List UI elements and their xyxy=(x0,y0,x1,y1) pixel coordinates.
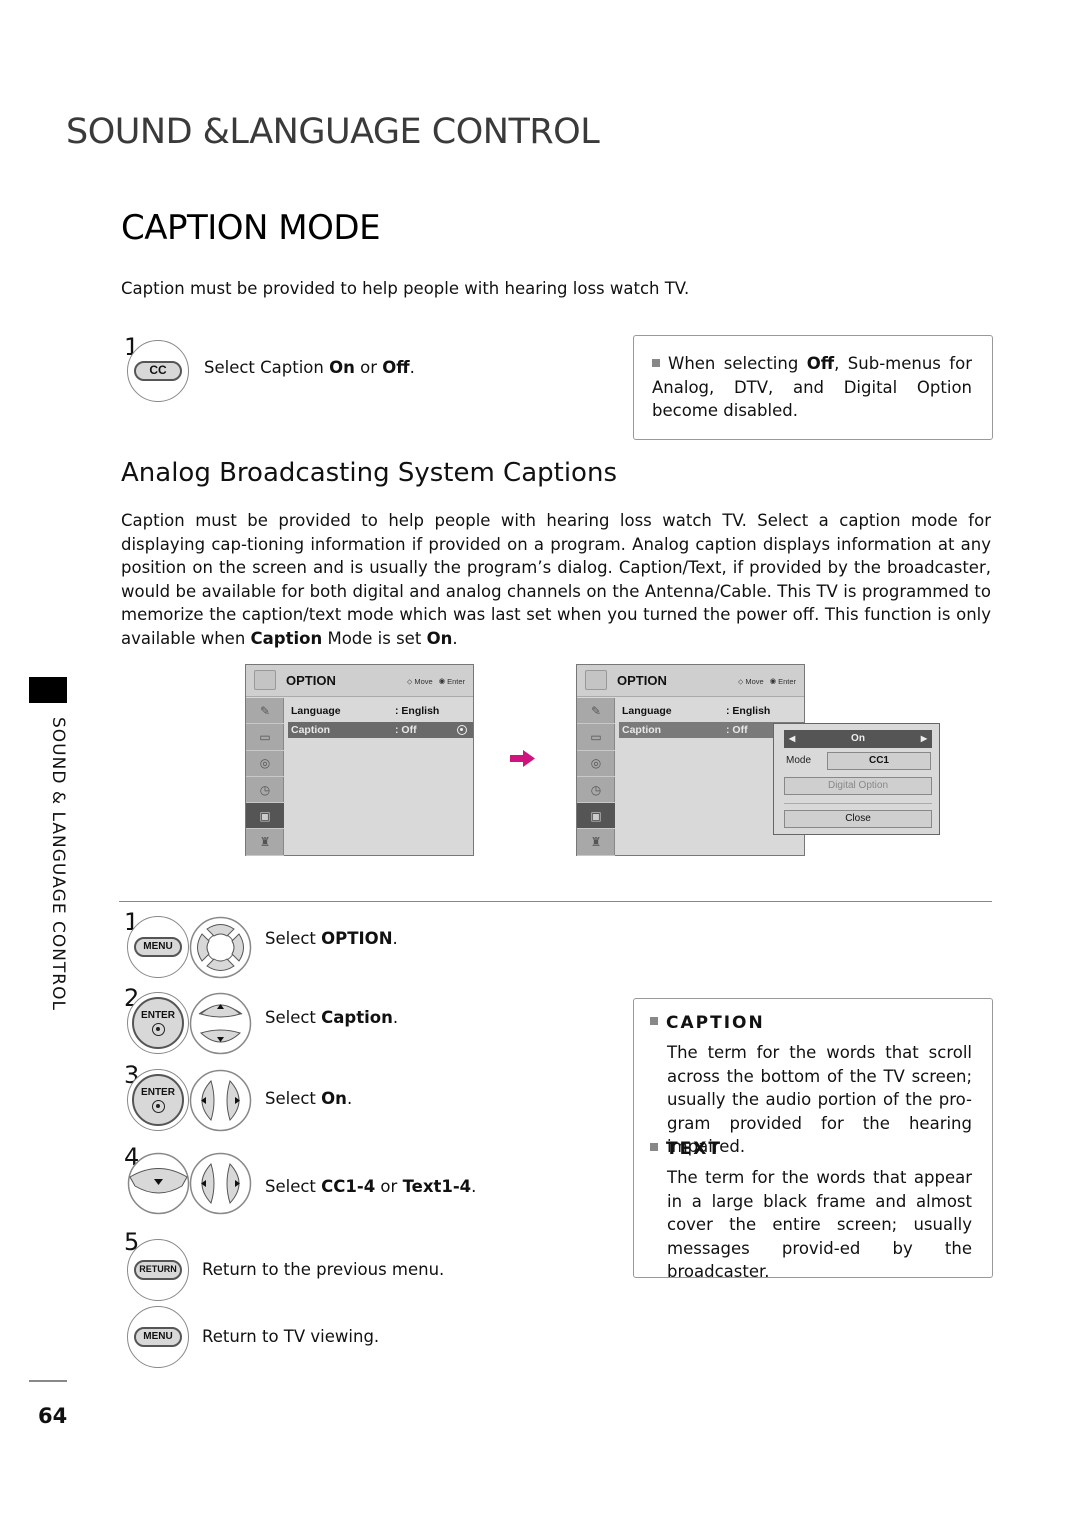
section-title: SOUND &LANGUAGE CONTROL xyxy=(66,112,600,152)
tv-menu-row-caption[interactable]: Caption: Off xyxy=(288,722,473,738)
bullet-icon xyxy=(652,358,660,367)
step-menu-text: Return to TV viewing. xyxy=(202,1327,380,1346)
caption-state-selector[interactable]: ◀ On ▶ xyxy=(784,730,932,748)
left-right-keys-icon xyxy=(189,1152,252,1215)
lock-icon[interactable]: ♜ xyxy=(577,829,615,856)
tv-menu-hint: ⬦ Move ◉ Enter xyxy=(738,677,796,686)
tv-menu-sidebar: ✎ ▭ ◎ ◷ ▣ ♜ xyxy=(577,698,615,856)
menu-button-graphic: MENU xyxy=(127,916,189,978)
arrow-right-icon[interactable]: ▶ xyxy=(921,730,927,748)
audio-icon[interactable]: ◎ xyxy=(577,751,615,777)
step-4-text: Select CC1-4 or Text1-4. xyxy=(265,1177,477,1196)
side-section-label: SOUND & LANGUAGE CONTROL xyxy=(48,717,68,1011)
navigation-pad-icon xyxy=(189,916,252,979)
audio-icon[interactable]: ◎ xyxy=(246,751,284,777)
tv-menu-after: OPTION ⬦ Move ◉ Enter ✎ ▭ ◎ ◷ ▣ ♜ Langua… xyxy=(576,664,805,856)
cc-button-graphic: CC xyxy=(127,340,189,402)
down-key-icon xyxy=(127,1152,190,1215)
time-icon[interactable]: ◷ xyxy=(246,777,284,804)
page-title: CAPTION MODE xyxy=(121,208,381,248)
enter-icon: ◉ xyxy=(438,677,448,686)
analog-heading: Analog Broadcasting System Captions xyxy=(121,458,617,488)
menu-button-icon: MENU xyxy=(134,937,182,957)
setup-icon[interactable]: ✎ xyxy=(246,698,284,725)
enter-icon: ◉ xyxy=(769,677,779,686)
tv-menu-header: OPTION ⬦ Move ◉ Enter xyxy=(246,665,473,697)
up-down-keys-icon xyxy=(189,992,252,1055)
mode-selector[interactable]: CC1 xyxy=(827,752,931,770)
page-number-rule xyxy=(29,1380,67,1382)
digital-option-button[interactable]: Digital Option xyxy=(784,777,932,795)
enter-radio-icon xyxy=(457,725,467,735)
step-1-text: Select OPTION. xyxy=(265,929,398,948)
glossary-term-text: TEXT xyxy=(650,1139,722,1159)
arrow-right-icon xyxy=(510,750,535,767)
section-divider xyxy=(119,901,992,902)
tv-menu-title: OPTION xyxy=(286,673,336,688)
option-icon xyxy=(585,670,607,690)
menu-button-icon: MENU xyxy=(134,1327,182,1347)
left-right-keys-icon xyxy=(189,1069,252,1132)
option-menu-icon[interactable]: ▣ xyxy=(246,803,284,830)
enter-button-graphic: ENTER xyxy=(127,992,189,1054)
glossary-term-caption: CAPTION xyxy=(650,1013,765,1033)
tv-menu-before: OPTION ⬦ Move ◉ Enter ✎ ▭ ◎ ◷ ▣ ♜ Langua… xyxy=(245,664,474,856)
option-menu-icon[interactable]: ▣ xyxy=(577,803,615,830)
enter-button-icon: ENTER xyxy=(132,997,184,1049)
caption-popup: ◀ On ▶ Mode CC1 Digital Option Close xyxy=(773,723,940,835)
picture-icon[interactable]: ▭ xyxy=(577,724,615,751)
intro-text: Caption must be provided to help people … xyxy=(121,279,690,298)
arrow-left-icon[interactable]: ◀ xyxy=(789,730,795,748)
popup-divider xyxy=(784,803,932,804)
tv-menu-header: OPTION ⬦ Move ◉ Enter xyxy=(577,665,804,697)
enter-button-graphic: ENTER xyxy=(127,1069,189,1131)
step-2-text: Select Caption. xyxy=(265,1008,399,1027)
note-off-text: When selecting Off, Sub-menus for Analog… xyxy=(652,354,972,420)
menu-button-graphic: MENU xyxy=(127,1306,189,1368)
tv-menu-row-language[interactable]: Language: English xyxy=(288,703,473,719)
page-number: 64 xyxy=(38,1404,68,1428)
mode-label: Mode xyxy=(786,755,812,766)
cc-step-text: Select Caption On or Off. xyxy=(204,358,415,377)
tv-menu-title: OPTION xyxy=(617,673,667,688)
return-button-icon: RETURN xyxy=(134,1260,182,1280)
tv-menu-row-language[interactable]: Language: English xyxy=(619,703,804,719)
step-3-text: Select On. xyxy=(265,1089,353,1108)
glossary-definition-text: The term for the words that appear in a … xyxy=(667,1168,972,1281)
return-button-graphic: RETURN xyxy=(127,1239,189,1301)
note-off-box: When selecting Off, Sub-menus for Analog… xyxy=(633,335,993,440)
lock-icon[interactable]: ♜ xyxy=(246,829,284,856)
step-5-text: Return to the previous menu. xyxy=(202,1260,445,1279)
tv-menu-hint: ⬦ Move ◉ Enter xyxy=(407,677,465,686)
option-icon xyxy=(254,670,276,690)
close-button[interactable]: Close xyxy=(784,810,932,828)
tv-menu-sidebar: ✎ ▭ ◎ ◷ ▣ ♜ xyxy=(246,698,284,856)
time-icon[interactable]: ◷ xyxy=(577,777,615,804)
side-tab-marker xyxy=(29,677,67,703)
setup-icon[interactable]: ✎ xyxy=(577,698,615,725)
enter-button-icon: ENTER xyxy=(132,1074,184,1126)
analog-paragraph: Caption must be provided to help people … xyxy=(121,511,991,648)
picture-icon[interactable]: ▭ xyxy=(246,724,284,751)
bullet-icon xyxy=(650,1143,658,1151)
cc-button-icon: CC xyxy=(134,361,182,381)
glossary-box: CAPTION The term for the words that scro… xyxy=(633,998,993,1281)
bullet-icon xyxy=(650,1017,658,1025)
